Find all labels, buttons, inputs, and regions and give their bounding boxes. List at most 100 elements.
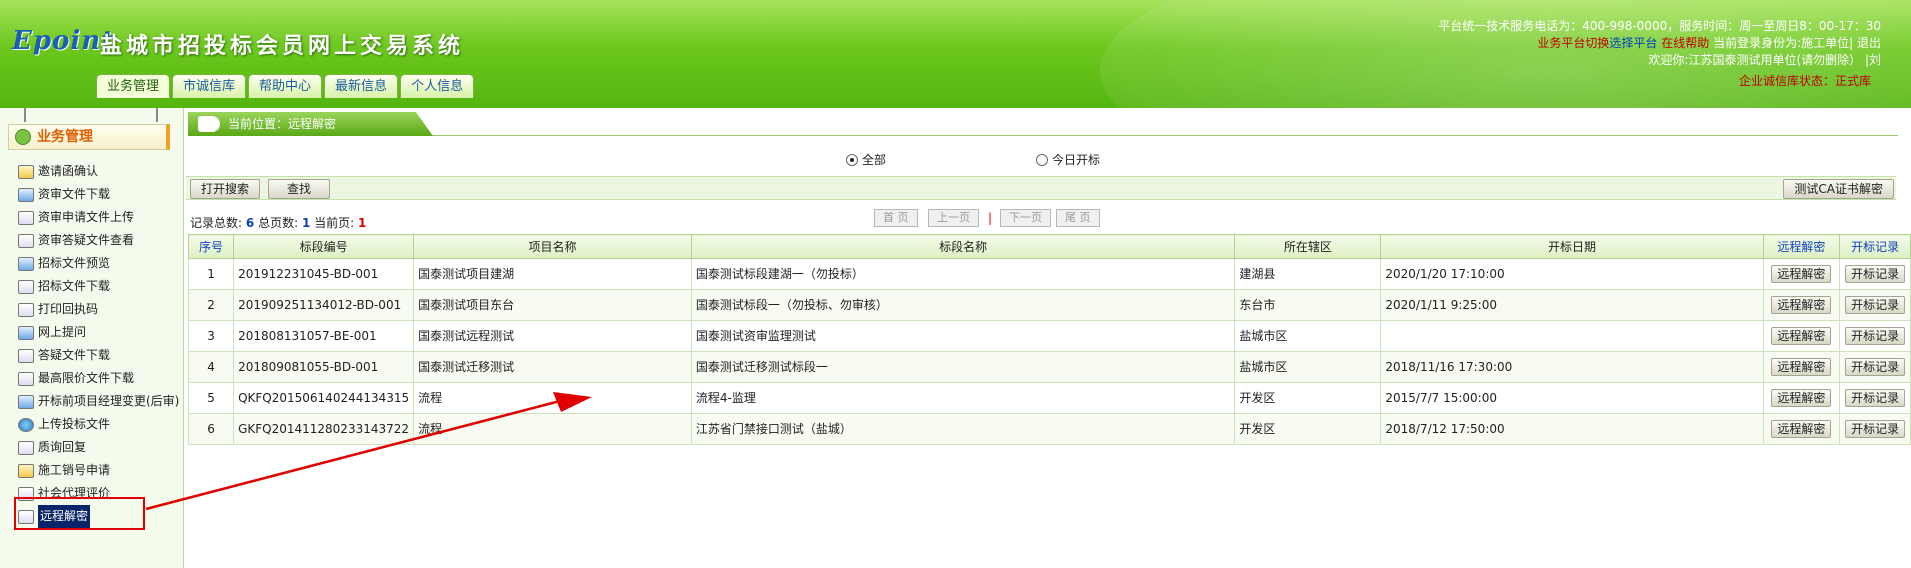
- cell-section: 国泰测试标段建湖一（勿投标）: [690, 258, 1236, 290]
- remote-decrypt-button[interactable]: 远程解密: [1771, 420, 1832, 438]
- bid-record-button[interactable]: 开标记录: [1845, 296, 1906, 314]
- prev-page-button[interactable]: 上一页: [928, 209, 979, 227]
- remote-decrypt-button[interactable]: 远程解密: [1771, 265, 1832, 283]
- welcome-text: 欢迎你:江苏国泰测试用单位(请勿删除） |刘: [1648, 53, 1881, 67]
- remote-decrypt-button[interactable]: 远程解密: [1771, 389, 1832, 407]
- cell-district: 东台市: [1234, 289, 1382, 321]
- logout-link[interactable]: 退出: [1857, 36, 1881, 50]
- remote-decrypt-cell: 远程解密: [1762, 258, 1841, 290]
- bid-record-cell: 开标记录: [1839, 289, 1911, 321]
- download-icon: [18, 279, 34, 294]
- sidebar-item-label: 答疑文件下载: [38, 348, 111, 362]
- sidebar-item-print-receipt[interactable]: 打印回执码: [18, 298, 184, 321]
- first-page-button[interactable]: 首 页: [874, 209, 918, 227]
- sidebar-item-bid-download[interactable]: 招标文件下载: [18, 275, 184, 298]
- cell-section: 流程4-监理: [690, 382, 1236, 414]
- filter-today-radio[interactable]: 今日开标: [1036, 151, 1100, 168]
- col-header-code[interactable]: 标段编号: [233, 234, 415, 259]
- cell-project: 流程: [413, 413, 692, 445]
- tab-personal-info[interactable]: 个人信息: [400, 74, 475, 98]
- col-header-district[interactable]: 所在辖区: [1234, 234, 1382, 259]
- open-search-button[interactable]: 打开搜索: [190, 179, 261, 199]
- sidebar-menu: 邀请函确认 资审文件下载 资审申请文件上传 资审答疑文件查看 招标文件预览 招标…: [18, 160, 184, 528]
- system-title: 盐城市招投标会员网上交易系统: [100, 33, 465, 59]
- last-page-button[interactable]: 尾 页: [1056, 209, 1100, 227]
- radio-checked-icon: [846, 153, 858, 166]
- sidebar-item-qa-download[interactable]: 答疑文件下载: [18, 344, 184, 367]
- cell-project: 国泰测试项目建湖: [413, 258, 692, 290]
- tab-business[interactable]: 业务管理: [96, 74, 171, 98]
- sidebar-item-max-price-download[interactable]: 最高限价文件下载: [18, 367, 184, 390]
- handshake-icon: [18, 164, 34, 179]
- sidebar-item-label: 网上提问: [38, 325, 87, 339]
- col-header-no[interactable]: 序号: [187, 234, 235, 259]
- cell-date: 2020/1/20 17:10:00: [1380, 258, 1764, 290]
- bid-record-button[interactable]: 开标记录: [1845, 327, 1906, 345]
- bid-record-button[interactable]: 开标记录: [1845, 420, 1906, 438]
- header-info: 平台统一技术服务电话为：400-998-0000，服务时间：周一至周日8：00-…: [1438, 18, 1881, 69]
- globe-icon: [18, 417, 34, 432]
- sidebar-item-prequal-qa[interactable]: 资审答疑文件查看: [18, 229, 184, 252]
- bid-record-button[interactable]: 开标记录: [1845, 358, 1906, 376]
- bid-record-cell: 开标记录: [1839, 413, 1911, 445]
- select-platform-link[interactable]: 选择平台: [1609, 36, 1657, 50]
- sidebar-item-prequal-download[interactable]: 资审文件下载: [18, 183, 184, 206]
- filter-all-radio[interactable]: 全部: [846, 151, 886, 168]
- sidebar-item-label: 施工销号申请: [38, 463, 111, 477]
- top-header: Epoint 盐城市招投标会员网上交易系统 业务管理 市诚信库 帮助中心 最新信…: [0, 0, 1911, 108]
- sidebar-item-label: 打印回执码: [38, 302, 99, 316]
- sidebar-item-upload-bid[interactable]: 上传投标文件: [18, 413, 184, 436]
- table-body: 1 201912231045-BD-001 国泰测试项目建湖 国泰测试标段建湖一（勿投…: [187, 258, 1911, 445]
- cell-section: 国泰测试标段一（勿投标、勿审核）: [690, 289, 1236, 321]
- sidebar-item-label: 招标文件下载: [38, 279, 111, 293]
- document-icon: [18, 348, 34, 363]
- bid-record-button[interactable]: 开标记录: [1845, 389, 1906, 407]
- sidebar-item-bid-preview[interactable]: 招标文件预览: [18, 252, 184, 275]
- date-filter: 全部 今日开标: [846, 151, 1100, 168]
- cell-project: 国泰测试远程测试: [413, 320, 692, 352]
- ca-decrypt-button[interactable]: 测试CA证书解密: [1783, 179, 1894, 199]
- cell-no: 4: [187, 351, 235, 383]
- user-doc-icon: [18, 371, 34, 386]
- bid-record-button[interactable]: 开标记录: [1845, 265, 1906, 283]
- find-button[interactable]: 查找: [268, 179, 331, 199]
- sidebar-item-cancel-application[interactable]: 施工销号申请: [18, 459, 184, 482]
- cell-no: 6: [187, 413, 235, 445]
- pages-label: 总页数:: [258, 216, 299, 230]
- sidebar-item-label: 资审申请文件上传: [38, 210, 135, 224]
- pointer-hand-icon: [198, 116, 220, 132]
- remote-decrypt-cell: 远程解密: [1762, 320, 1841, 352]
- cell-project: 流程: [413, 382, 692, 414]
- rope-left-decoration: [24, 108, 26, 122]
- sidebar-heading: 业务管理: [8, 124, 170, 150]
- app-window: Epoint 盐城市招投标会员网上交易系统 业务管理 市诚信库 帮助中心 最新信…: [0, 0, 1911, 568]
- sidebar-item-prequal-upload[interactable]: 资审申请文件上传: [18, 206, 184, 229]
- sidebar-item-manager-change[interactable]: 开标前项目经理变更(后审): [18, 390, 184, 413]
- sidebar-item-inquiry-reply[interactable]: 质询回复: [18, 436, 184, 459]
- next-page-button[interactable]: 下一页: [1000, 209, 1051, 227]
- sidebar-item-label: 质询回复: [38, 440, 87, 454]
- sidebar-item-invitation-confirm[interactable]: 邀请函确认: [18, 160, 184, 183]
- cell-no: 3: [187, 320, 235, 352]
- tab-help-center[interactable]: 帮助中心: [248, 74, 323, 98]
- cell-date: 2020/1/11 9:25:00: [1380, 289, 1764, 321]
- user-upload-icon: [18, 210, 34, 225]
- remote-decrypt-button[interactable]: 远程解密: [1771, 358, 1832, 376]
- filter-today-label: 今日开标: [1052, 153, 1101, 167]
- online-help-link[interactable]: 在线帮助: [1661, 36, 1709, 50]
- remote-decrypt-button[interactable]: 远程解密: [1771, 296, 1832, 314]
- col-header-project[interactable]: 项目名称: [413, 234, 692, 259]
- document-edit-icon: [18, 187, 34, 202]
- tab-credit-library[interactable]: 市诚信库: [172, 74, 247, 98]
- sidebar-item-online-question[interactable]: 网上提问: [18, 321, 184, 344]
- tab-latest-info[interactable]: 最新信息: [324, 74, 399, 98]
- sidebar-item-label: 邀请函确认: [38, 164, 99, 178]
- remote-decrypt-button[interactable]: 远程解密: [1771, 327, 1832, 345]
- cell-district: 盐城市区: [1234, 320, 1382, 352]
- col-header-date[interactable]: 开标日期: [1380, 234, 1764, 259]
- identity-sep: |: [1849, 36, 1854, 50]
- user-doc-icon: [18, 233, 34, 248]
- total-count: 6: [245, 216, 255, 230]
- col-header-section[interactable]: 标段名称: [690, 234, 1236, 259]
- decrypt-table: 序号 标段编号 项目名称 标段名称 所在辖区 开标日期 远程解密 开标记录 12…: [187, 234, 1911, 445]
